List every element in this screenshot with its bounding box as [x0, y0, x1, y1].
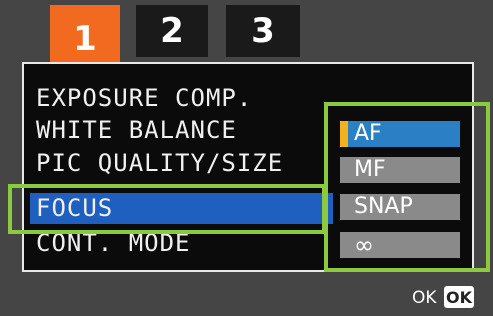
camera-menu-screen: 1 2 3 EXPOSURE COMP. WHITE BALANCE PIC Q… — [0, 0, 493, 316]
focus-option-infinity[interactable]: ∞ — [340, 232, 460, 258]
menu-item-exposure-comp[interactable]: EXPOSURE COMP. — [36, 83, 252, 114]
focus-highlight-frame — [8, 184, 326, 234]
ok-button-icon[interactable]: OK — [444, 286, 474, 308]
tab-2[interactable]: 2 — [136, 5, 208, 57]
focus-option-af[interactable]: AF — [340, 121, 460, 147]
focus-option-mf[interactable]: MF — [340, 157, 460, 183]
focus-option-snap[interactable]: SNAP — [340, 194, 460, 220]
ok-label: OK — [412, 288, 437, 308]
selection-cursor — [340, 121, 348, 147]
menu-item-white-balance[interactable]: WHITE BALANCE — [36, 115, 237, 146]
menu-item-pic-quality-size[interactable]: PIC QUALITY/SIZE — [36, 148, 283, 179]
tab-3[interactable]: 3 — [226, 5, 300, 57]
